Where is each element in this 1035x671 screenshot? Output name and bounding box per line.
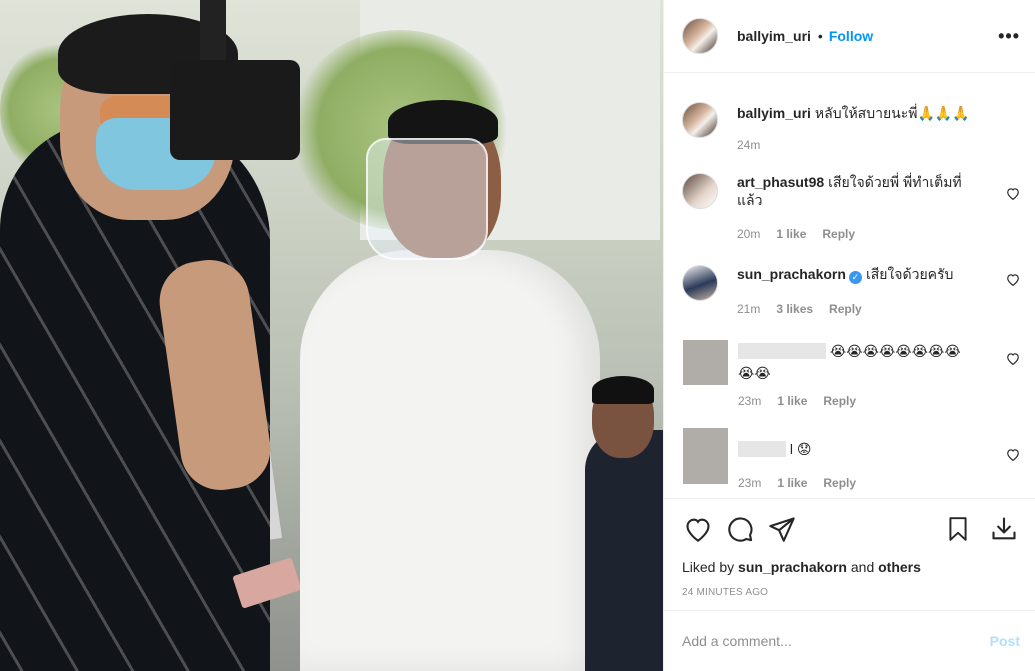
liked-by-others[interactable]: others [878,559,921,575]
comment-likes[interactable]: 1 like [776,227,806,241]
follow-button[interactable]: Follow [829,28,873,44]
comment-likes[interactable]: 1 like [777,394,807,408]
comments-list[interactable]: ballyim_uri หลับให้สบายนะพี่🙏🙏🙏 24m art_p… [664,74,1035,498]
separator-dot: • [817,28,823,44]
action-icons-right [928,513,1020,545]
action-icons [682,499,1020,559]
comment-icon[interactable] [724,513,756,545]
caption-username[interactable]: ballyim_uri [737,105,811,121]
face-shield [366,138,488,260]
comment-meta: 23m 1 like Reply [738,392,968,410]
comment-text: l 😟 [789,441,812,457]
comment-time: 21m [737,302,761,316]
avatar[interactable] [683,340,728,385]
post-side-panel: ballyim_uri • Follow ••• ballyim_uri หลับ… [663,0,1035,671]
avatar[interactable] [682,18,718,54]
comment-input[interactable] [682,633,990,649]
caption-time: 24m [737,138,761,152]
caption-meta: 24m [737,136,987,154]
post-photo[interactable] [0,0,663,671]
man-hair [592,376,654,404]
caption-text: หลับให้สบายนะพี่🙏🙏🙏 [814,105,970,121]
comment-body: art_phasut98 เสียใจด้วยพี่ พี่ทำเต็มที่แล… [737,173,987,243]
obscured-username [738,441,786,457]
man-in-white-shirt [300,250,600,671]
comment-username[interactable]: sun_prachakorn [737,266,846,282]
liked-by-prefix: Liked by [682,559,739,575]
heart-icon[interactable] [682,513,714,545]
comment-body: l 😟 23m 1 like Reply [738,428,968,492]
avatar[interactable] [683,428,728,484]
comment-item: sun_prachakorn ✓ เสียใจด้วยครับ 21m 3 likes… [682,265,1020,318]
liked-by-and: and [846,559,879,575]
heart-icon[interactable] [1006,448,1020,464]
author-username[interactable]: ballyim_uri [737,28,811,44]
add-comment-bar: Post [664,610,1035,671]
video-camera [170,60,300,160]
bookmark-icon[interactable] [942,513,974,545]
comment-meta: 23m 1 like Reply [738,474,968,492]
comment-item: art_phasut98 เสียใจด้วยพี่ พี่ทำเต็มที่แล… [682,173,1020,243]
verified-icon: ✓ [848,271,862,284]
heart-icon[interactable] [1006,352,1020,368]
reply-button[interactable]: Reply [823,476,856,490]
post-time[interactable]: 24 MINUTES AGO [682,587,1020,598]
liked-by: Liked by sun_prachakorn and others [682,559,1020,575]
comment-item: 😭😭😭😭😭😭😭😭😭😭 23m 1 like Reply [682,340,1020,410]
caption: ballyim_uri หลับให้สบายนะพี่🙏🙏🙏 24m [682,102,1020,154]
post-comment-button[interactable]: Post [990,633,1020,649]
liked-by-user[interactable]: sun_prachakorn [738,559,847,575]
comment-meta: 20m 1 like Reply [737,225,987,243]
download-icon[interactable] [988,513,1020,545]
comment-likes[interactable]: 3 likes [776,302,813,316]
obscured-username [738,343,826,359]
avatar[interactable] [682,265,718,301]
comment-username[interactable]: art_phasut98 [737,174,824,190]
reply-button[interactable]: Reply [823,394,856,408]
comment-meta: 21m 3 likes Reply [737,300,987,318]
comment-item: l 😟 23m 1 like Reply [682,428,1020,492]
reply-button[interactable]: Reply [829,302,862,316]
post-actions: Liked by sun_prachakorn and others 24 MI… [664,498,1035,610]
caption-body: ballyim_uri หลับให้สบายนะพี่🙏🙏🙏 24m [737,102,987,154]
comment-text: เสียใจด้วยครับ [865,266,954,282]
comment-time: 23m [738,394,762,408]
comment-likes[interactable]: 1 like [777,476,807,490]
avatar[interactable] [682,102,718,138]
comment-time: 23m [738,476,762,490]
more-icon[interactable]: ••• [998,26,1020,47]
avatar[interactable] [682,173,718,209]
man-in-dark-uniform [585,430,663,671]
share-icon[interactable] [766,513,798,545]
comment-body: sun_prachakorn ✓ เสียใจด้วยครับ 21m 3 likes… [737,265,987,318]
heart-icon[interactable] [1006,187,1020,203]
post-header: ballyim_uri • Follow ••• [664,0,1035,73]
comment-time: 20m [737,227,761,241]
reply-button[interactable]: Reply [822,227,855,241]
heart-icon[interactable] [1006,273,1020,289]
comment-body: 😭😭😭😭😭😭😭😭😭😭 23m 1 like Reply [738,340,968,410]
